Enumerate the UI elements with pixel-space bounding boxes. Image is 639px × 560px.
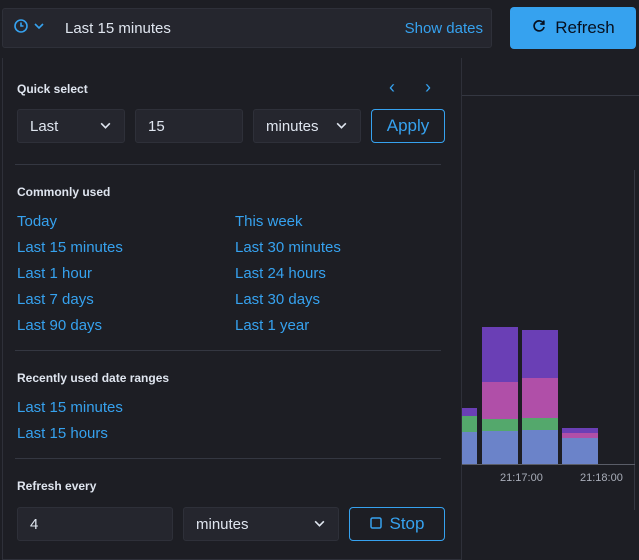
previous-icon[interactable]: ‹: [389, 77, 395, 98]
unit-value: minutes: [266, 118, 319, 135]
stop-label: Stop: [389, 514, 425, 533]
direction-value: Last: [30, 118, 59, 135]
divider: [15, 164, 441, 165]
quick-select-popover: Quick select ‹ › Last 15 minutes Apply C…: [2, 58, 462, 560]
refresh-every-title: Refresh every: [17, 479, 97, 493]
stop-button[interactable]: Stop: [349, 507, 445, 541]
x-tick: 21:17:00: [500, 472, 543, 484]
commonly-used-title: Commonly used: [17, 185, 111, 199]
chevron-down-icon: [313, 517, 326, 534]
commonly-used-item[interactable]: Today: [17, 213, 57, 230]
show-dates-link[interactable]: Show dates: [405, 20, 483, 37]
chevron-down-icon: [33, 19, 45, 37]
divider: [15, 458, 441, 459]
quick-select-direction[interactable]: Last: [17, 109, 125, 143]
commonly-used-item[interactable]: Last 24 hours: [235, 265, 326, 282]
commonly-used-item[interactable]: Last 1 hour: [17, 265, 92, 282]
commonly-used-item[interactable]: Last 30 days: [235, 291, 320, 308]
divider: [15, 350, 441, 351]
commonly-used-item[interactable]: Last 15 minutes: [17, 239, 123, 256]
histogram-bar: [522, 330, 558, 464]
apply-button[interactable]: Apply: [371, 109, 445, 143]
refresh-unit-select[interactable]: minutes: [183, 507, 339, 541]
next-icon[interactable]: ›: [425, 77, 431, 98]
commonly-used-item[interactable]: Last 30 minutes: [235, 239, 341, 256]
quick-select-amount[interactable]: 15: [135, 109, 243, 143]
refresh-label: Refresh: [555, 18, 615, 37]
chevron-down-icon: [335, 119, 348, 136]
recently-used-item[interactable]: Last 15 minutes: [17, 399, 123, 416]
refresh-interval-input[interactable]: 4: [17, 507, 173, 541]
histogram-bar: [482, 327, 518, 464]
quick-select-unit[interactable]: minutes: [253, 109, 361, 143]
clock-icon: [13, 18, 29, 39]
recently-used-item[interactable]: Last 15 hours: [17, 425, 108, 442]
refresh-unit-value: minutes: [196, 516, 249, 533]
histogram-bar: [562, 428, 598, 464]
date-range-text[interactable]: Last 15 minutes: [65, 20, 171, 37]
quick-select-title: Quick select: [17, 82, 88, 96]
top-bar: Last 15 minutes Show dates Refresh: [0, 0, 639, 58]
amount-value: 15: [148, 118, 165, 135]
interval-value: 4: [30, 516, 39, 533]
apply-label: Apply: [386, 116, 430, 135]
commonly-used-item[interactable]: Last 7 days: [17, 291, 94, 308]
commonly-used-item[interactable]: Last 1 year: [235, 317, 309, 334]
refresh-icon: [531, 18, 547, 39]
chevron-down-icon: [99, 119, 112, 136]
stop-icon: [369, 514, 382, 534]
commonly-used-item[interactable]: Last 90 days: [17, 317, 102, 334]
x-axis: [455, 464, 635, 465]
recently-used-title: Recently used date ranges: [17, 371, 170, 385]
commonly-used-item[interactable]: This week: [235, 213, 303, 230]
x-tick: 21:18:00: [580, 472, 623, 484]
refresh-button[interactable]: Refresh: [510, 7, 636, 49]
date-picker-field[interactable]: Last 15 minutes Show dates: [2, 8, 492, 48]
quick-select-toggle[interactable]: [3, 9, 55, 47]
background-histogram: ) 21:17:00 21:18:00: [455, 320, 635, 484]
histogram-bar: [461, 408, 477, 464]
